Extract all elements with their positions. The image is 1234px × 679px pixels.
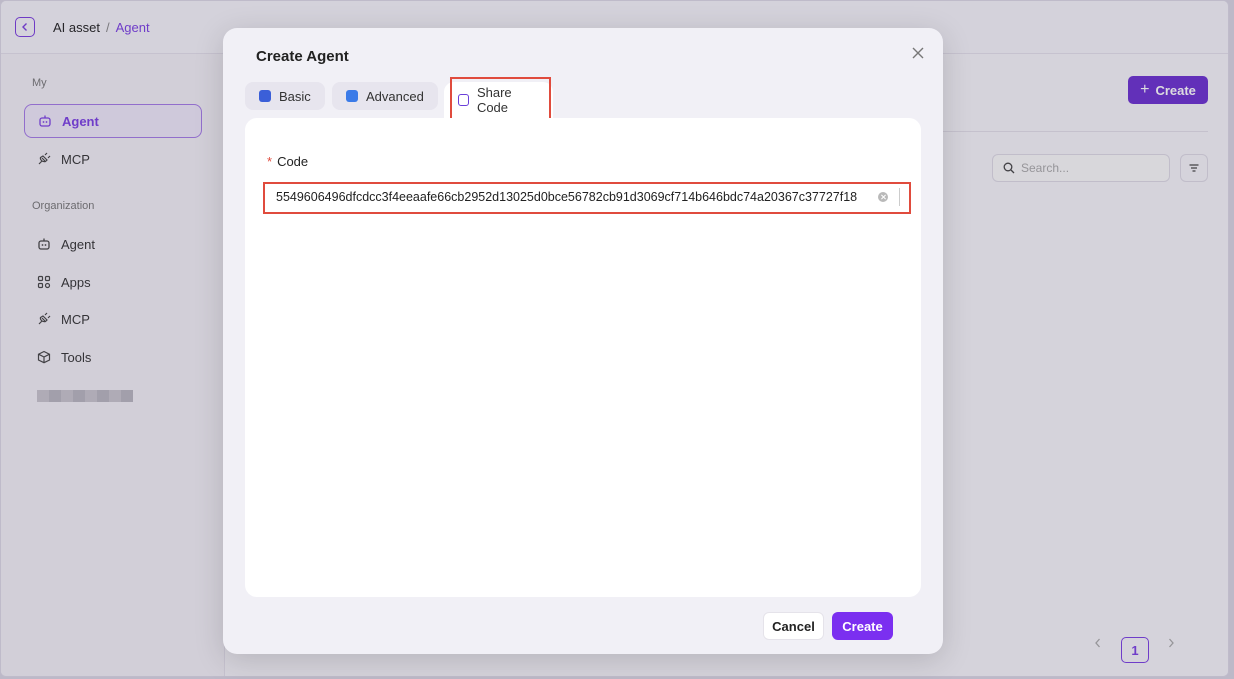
- tab-label: Basic: [279, 88, 311, 104]
- code-label-text: Code: [277, 154, 309, 169]
- highlight-box-tab: [450, 77, 551, 120]
- close-button[interactable]: [911, 46, 925, 60]
- cancel-button[interactable]: Cancel: [763, 612, 824, 640]
- grid-icon: [346, 90, 358, 102]
- tab-label: Advanced: [366, 88, 424, 104]
- tab-basic[interactable]: Basic: [245, 82, 325, 110]
- create-agent-dialog: Create Agent Basic Advanced Share Code *…: [223, 28, 943, 654]
- create-button[interactable]: Create: [832, 612, 893, 640]
- required-mark: *: [267, 154, 273, 169]
- layers-icon: [259, 90, 271, 102]
- dialog-title: Create Agent: [256, 48, 349, 65]
- share-code-panel: * Code 5549606496dfcdcc3f4eeaafe66cb2952d…: [245, 118, 921, 597]
- code-field-label: * Code: [267, 154, 308, 169]
- highlight-box-input: [263, 182, 911, 214]
- tab-advanced[interactable]: Advanced: [332, 82, 438, 110]
- close-icon: [912, 47, 924, 59]
